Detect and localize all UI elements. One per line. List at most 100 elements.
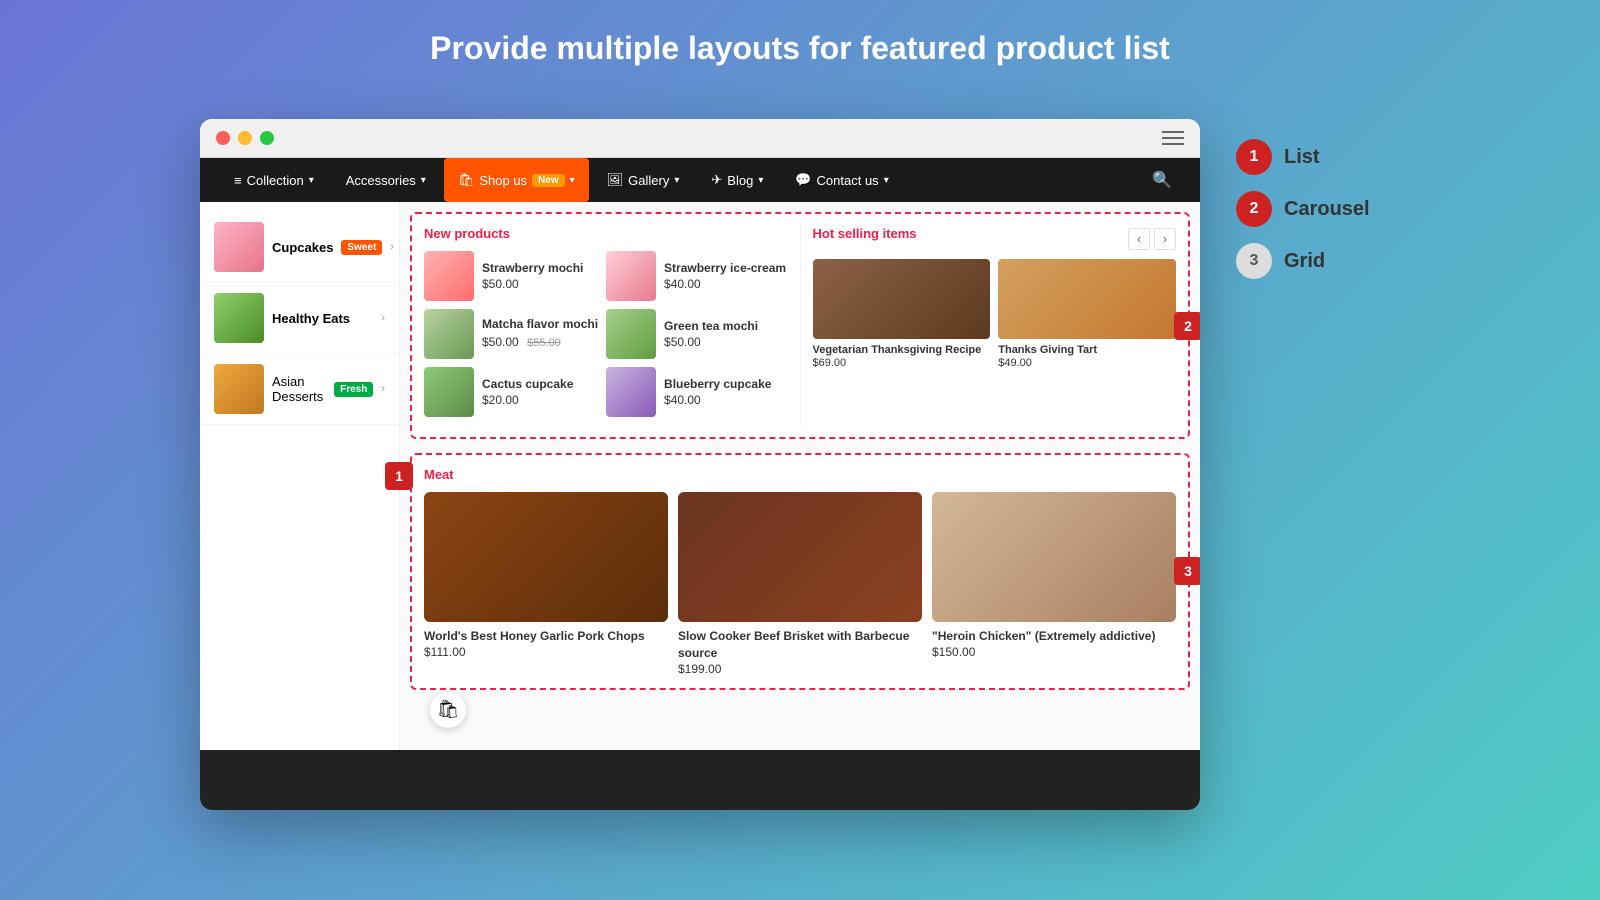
search-icon[interactable]: 🔍 <box>1144 162 1180 198</box>
meat-item[interactable]: Slow Cooker Beef Brisket with Barbecue s… <box>678 492 922 676</box>
sidebar-arrow-1: › <box>390 241 394 253</box>
strawberry-mochi-thumb <box>424 251 474 301</box>
hot-selling-col: Hot selling items ‹ › Vegetarian Thanksg… <box>800 226 1177 425</box>
chevron-down-icon-gal: ▾ <box>674 175 679 186</box>
nav-item-contact[interactable]: 💬 Contact us ▾ <box>781 158 902 202</box>
sidebar-item-asian[interactable]: Asian Desserts Fresh › <box>200 354 399 425</box>
meat-item-name: "Heroin Chicken" (Extremely addictive) <box>932 628 1176 645</box>
list-item[interactable]: Green tea mochi $50.00 <box>606 309 786 359</box>
nav-item-gallery[interactable]: 🖼 Gallery ▾ <box>593 158 694 202</box>
list-item[interactable]: Matcha flavor mochi $50.00 $55.00 <box>424 309 598 359</box>
products-row: New products Strawberry mochi $50.00 <box>424 226 1176 425</box>
left-sidebar: Cupcakes Sweet › Healthy Eats › Asian De… <box>200 202 400 750</box>
layout-option-list[interactable]: 1 List <box>1236 139 1384 175</box>
minimize-dot[interactable] <box>238 131 252 145</box>
meat-item[interactable]: World's Best Honey Garlic Pork Chops $11… <box>424 492 668 676</box>
nav-item-accessories[interactable]: Accessories ▾ <box>332 159 440 202</box>
label-badge-2: 2 <box>1174 312 1200 340</box>
meat-item-price: $150.00 <box>932 645 1176 659</box>
layout-option-carousel[interactable]: 2 Carousel <box>1236 191 1384 227</box>
nav-item-collection[interactable]: ≡ Collection ▾ <box>220 159 328 202</box>
brisket-img <box>678 492 922 622</box>
chevron-down-icon-shop: ▾ <box>570 175 575 186</box>
hamburger-icon[interactable] <box>1162 131 1184 145</box>
shopify-icon: 🛍 <box>437 699 460 720</box>
sidebar-cupcakes-label: Cupcakes <box>272 240 333 255</box>
right-content: New products Strawberry mochi $50.00 <box>400 202 1200 750</box>
hot-item[interactable]: Vegetarian Thanksgiving Recipe $69.00 <box>813 259 991 369</box>
layout-num-1: 1 <box>1236 139 1272 175</box>
product-price: $40.00 <box>664 393 771 407</box>
chevron-down-icon: ▾ <box>309 175 314 186</box>
browser-chrome <box>200 119 1200 158</box>
layout-num-2: 2 <box>1236 191 1272 227</box>
layout-label-list: List <box>1284 146 1320 169</box>
nav-item-blog[interactable]: ✈ Blog ▾ <box>697 158 777 202</box>
new-products-right: Strawberry ice-cream $40.00 Green tea mo… <box>606 251 786 425</box>
products-list-section: New products Strawberry mochi $50.00 <box>410 212 1190 439</box>
fresh-tag: Fresh <box>334 382 373 397</box>
product-price: $50.00 <box>482 335 519 349</box>
menu-icon: ≡ <box>234 173 242 188</box>
sidebar-arrow-3: › <box>381 383 385 395</box>
nav-item-shop[interactable]: 🛍 Shop us New ▾ <box>444 158 589 202</box>
shopify-badge[interactable]: 🛍 <box>430 692 466 728</box>
meat-item[interactable]: "Heroin Chicken" (Extremely addictive) $… <box>932 492 1176 676</box>
new-products-title: New products <box>424 226 788 241</box>
hot-item-price: $69.00 <box>813 357 991 369</box>
nav-label-contact: Contact us <box>817 173 879 188</box>
layout-label-grid: Grid <box>1284 250 1325 273</box>
hot-item-name: Thanks Giving Tart <box>998 343 1176 357</box>
chevron-down-icon-blog: ▾ <box>758 175 763 186</box>
meat-section: Meat World's Best Honey Garlic Pork Chop… <box>410 453 1190 690</box>
list-item[interactable]: Strawberry ice-cream $40.00 <box>606 251 786 301</box>
gallery-icon: 🖼 <box>607 172 624 188</box>
hot-item[interactable]: Thanks Giving Tart $49.00 <box>998 259 1176 369</box>
prev-button[interactable]: ‹ <box>1128 228 1150 250</box>
new-products-grid: Strawberry mochi $50.00 Matcha flavor mo… <box>424 251 788 425</box>
nav-label-collection: Collection <box>247 173 304 188</box>
chevron-down-icon-contact: ▾ <box>884 175 889 186</box>
nav-label-blog: Blog <box>727 173 753 188</box>
sidebar-item-healthy[interactable]: Healthy Eats › <box>200 283 399 354</box>
product-info: Strawberry mochi $50.00 <box>482 261 583 291</box>
close-dot[interactable] <box>216 131 230 145</box>
sidebar-asian-label: Asian Desserts <box>272 374 326 404</box>
list-item[interactable]: Blueberry cupcake $40.00 <box>606 367 786 417</box>
sidebar-item-cupcakes[interactable]: Cupcakes Sweet › <box>200 212 399 283</box>
matcha-thumb <box>424 309 474 359</box>
hot-selling-title: Hot selling items <box>813 226 917 241</box>
product-name: Matcha flavor mochi <box>482 317 598 333</box>
new-badge: New <box>532 174 565 187</box>
product-info: Strawberry ice-cream $40.00 <box>664 261 786 291</box>
strawberry-ice-thumb <box>606 251 656 301</box>
meat-item-name: World's Best Honey Garlic Pork Chops <box>424 628 668 645</box>
product-price-row: $50.00 $55.00 <box>482 333 598 351</box>
asian-thumb <box>214 364 264 414</box>
sidebar-arrow-2: › <box>381 312 385 324</box>
browser-window: ≡ Collection ▾ Accessories ▾ 🛍 Shop us N… <box>200 119 1200 810</box>
list-item[interactable]: Cactus cupcake $20.00 <box>424 367 598 417</box>
product-name: Strawberry mochi <box>482 261 583 277</box>
meat-item-price: $111.00 <box>424 645 668 659</box>
product-price: $50.00 <box>664 335 758 349</box>
maximize-dot[interactable] <box>260 131 274 145</box>
main-content: Cupcakes Sweet › Healthy Eats › Asian De… <box>200 202 1200 750</box>
layout-option-grid[interactable]: 3 Grid <box>1236 243 1384 279</box>
shop-icon: 🛍 <box>458 172 475 188</box>
product-price: $40.00 <box>664 277 786 291</box>
page-heading-container: Provide multiple layouts for featured pr… <box>430 30 1170 95</box>
meat-title: Meat <box>424 467 1176 482</box>
nav-label-accessories: Accessories <box>346 173 416 188</box>
nav-bar: ≡ Collection ▾ Accessories ▾ 🛍 Shop us N… <box>200 158 1200 202</box>
healthy-thumb <box>214 293 264 343</box>
product-price: $50.00 <box>482 277 583 291</box>
green-tea-thumb <box>606 309 656 359</box>
list-item[interactable]: Strawberry mochi $50.00 <box>424 251 598 301</box>
hot-selling-header: Hot selling items ‹ › <box>813 226 1177 251</box>
next-button[interactable]: › <box>1154 228 1176 250</box>
hot-selling-nav: ‹ › <box>1128 228 1176 250</box>
product-info: Cactus cupcake $20.00 <box>482 377 573 407</box>
product-name: Green tea mochi <box>664 319 758 335</box>
product-info: Green tea mochi $50.00 <box>664 319 758 349</box>
